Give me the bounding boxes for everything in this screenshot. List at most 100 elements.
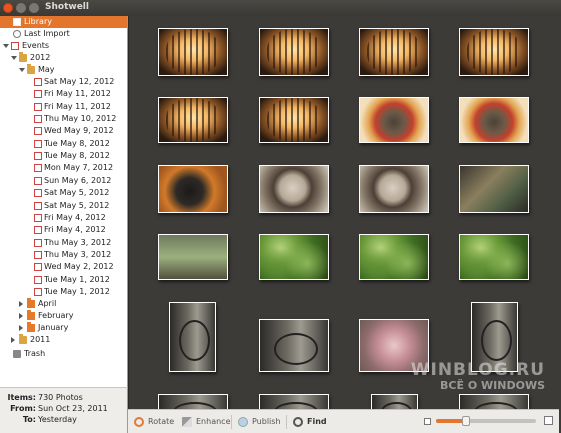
zoom-slider-knob[interactable] xyxy=(462,416,470,426)
sidebar-item-april[interactable]: April xyxy=(0,298,127,310)
photo-thumbnail[interactable] xyxy=(459,165,529,213)
watermark-line1: WINBLOG.RU xyxy=(410,360,545,380)
sidebar-item-last-import[interactable]: Last Import xyxy=(0,28,127,40)
title-bar: Shotwell xyxy=(0,0,561,16)
photo-thumbnail[interactable] xyxy=(359,234,429,280)
publish-label: Publish xyxy=(252,417,281,426)
photo-thumbnail[interactable] xyxy=(359,165,429,213)
sidebar-item-event-day[interactable]: Sat May 12, 2012 xyxy=(0,76,127,88)
photo-thumbnail[interactable] xyxy=(359,28,429,76)
photo-thumbnail[interactable] xyxy=(259,394,329,409)
events-icon xyxy=(34,90,42,99)
sidebar-item-label: April xyxy=(38,299,57,308)
photo-thumbnail[interactable] xyxy=(459,97,529,143)
photo-grid: WINBLOG.RU ВСЁ О WINDOWS xyxy=(128,16,559,409)
enhance-icon xyxy=(182,416,192,427)
info-panel: Items: 730 Photos From: Sun Oct 23, 2011… xyxy=(0,387,128,433)
zoom-slider[interactable] xyxy=(436,416,536,426)
sidebar-item-event-day[interactable]: Fri May 11, 2012 xyxy=(0,101,127,113)
expander-down-icon[interactable] xyxy=(19,68,25,72)
sidebar-item-event-day[interactable]: Fri May 4, 2012 xyxy=(0,212,127,224)
sidebar-item-trash[interactable]: Trash xyxy=(0,348,127,360)
events-icon xyxy=(34,139,42,148)
sidebar-item-january[interactable]: January xyxy=(0,322,127,334)
photo-thumbnail[interactable] xyxy=(259,234,329,280)
photo-thumbnail[interactable] xyxy=(158,394,228,409)
toolbar-separator xyxy=(286,415,287,429)
sidebar-item-label: Tue May 1, 2012 xyxy=(44,286,110,296)
expander-right-icon[interactable] xyxy=(19,301,23,307)
sidebar-item-2011[interactable]: 2011 xyxy=(0,334,127,346)
sidebar-item-events[interactable]: Events xyxy=(0,40,127,52)
sidebar-item-event-day[interactable]: Tue May 8, 2012 xyxy=(0,138,127,150)
sidebar-item-event-day[interactable]: Fri May 11, 2012 xyxy=(0,88,127,100)
expander-right-icon[interactable] xyxy=(19,325,23,331)
events-icon xyxy=(34,189,42,198)
photo-thumbnail[interactable] xyxy=(259,97,329,143)
sidebar-item-label: May xyxy=(38,65,55,74)
library-icon xyxy=(13,18,21,26)
photo-thumbnail[interactable] xyxy=(158,234,228,280)
photo-thumbnail[interactable] xyxy=(259,165,329,213)
photo-thumbnail[interactable] xyxy=(259,319,329,372)
sidebar-item-event-day[interactable]: Thu May 3, 2012 xyxy=(0,249,127,261)
minimize-button[interactable] xyxy=(16,3,26,13)
find-label: Find xyxy=(307,417,327,426)
sidebar-item-label: Fri May 11, 2012 xyxy=(44,101,111,111)
sidebar-item-event-day[interactable]: Mon May 7, 2012 xyxy=(0,162,127,174)
sidebar-item-february[interactable]: February xyxy=(0,310,127,322)
sidebar-item-event-day[interactable]: Sat May 5, 2012 xyxy=(0,200,127,212)
sidebar-item-event-day[interactable]: Fri May 4, 2012 xyxy=(0,224,127,236)
sidebar-item-label: Fri May 4, 2012 xyxy=(44,212,106,222)
photo-thumbnail[interactable] xyxy=(158,28,228,76)
to-value: Yesterday xyxy=(38,415,77,424)
from-value: Sun Oct 23, 2011 xyxy=(38,404,108,413)
expander-down-icon[interactable] xyxy=(11,56,17,60)
photo-thumbnail[interactable] xyxy=(158,97,228,143)
maximize-button[interactable] xyxy=(29,3,39,13)
sidebar-item-event-day[interactable]: Wed May 9, 2012 xyxy=(0,125,127,137)
sidebar-item-event-day[interactable]: Wed May 2, 2012 xyxy=(0,261,127,273)
sidebar-item-event-day[interactable]: Tue May 1, 2012 xyxy=(0,286,127,298)
rotate-button[interactable]: Rotate xyxy=(134,415,174,429)
photo-thumbnail[interactable] xyxy=(459,394,529,409)
photo-thumbnail[interactable] xyxy=(259,28,329,76)
sidebar-item-event-day[interactable]: Sun May 6, 2012 xyxy=(0,175,127,187)
events-icon xyxy=(34,152,42,161)
photo-thumbnail[interactable] xyxy=(459,28,529,76)
enhance-button[interactable]: Enhance xyxy=(182,415,231,429)
events-icon xyxy=(34,102,42,111)
sidebar-item-event-day[interactable]: Tue May 1, 2012 xyxy=(0,274,127,286)
window-title: Shotwell xyxy=(45,2,89,12)
zoom-out-icon[interactable] xyxy=(424,418,431,425)
find-button[interactable]: Find xyxy=(293,415,327,429)
photo-thumbnail[interactable] xyxy=(169,302,216,372)
expander-right-icon[interactable] xyxy=(11,337,15,343)
vertical-scrollbar[interactable] xyxy=(557,16,561,409)
photo-thumbnail[interactable] xyxy=(459,234,529,280)
sidebar-item-label: Mon May 7, 2012 xyxy=(44,163,114,173)
items-value: 730 Photos xyxy=(38,393,83,402)
sidebar-item-label: January xyxy=(38,323,69,332)
sidebar-item-label: Fri May 4, 2012 xyxy=(44,225,106,235)
sidebar-item-may[interactable]: May xyxy=(0,64,127,76)
photo-thumbnail[interactable] xyxy=(158,165,228,213)
sidebar-item-event-day[interactable]: Tue May 8, 2012 xyxy=(0,150,127,162)
events-icon xyxy=(34,115,42,124)
close-button[interactable] xyxy=(3,3,13,13)
events-icon xyxy=(34,127,42,136)
photo-thumbnail[interactable] xyxy=(371,394,418,409)
expander-down-icon[interactable] xyxy=(3,44,9,48)
sidebar-item-2012[interactable]: 2012 xyxy=(0,52,127,64)
expander-right-icon[interactable] xyxy=(19,313,23,319)
sidebar-item-label: Wed May 9, 2012 xyxy=(44,126,114,136)
zoom-in-icon[interactable] xyxy=(544,416,553,425)
sidebar-item-event-day[interactable]: Thu May 10, 2012 xyxy=(0,113,127,125)
trash-icon xyxy=(13,350,21,358)
sidebar-item-event-day[interactable]: Sat May 5, 2012 xyxy=(0,187,127,199)
sidebar-item-library[interactable]: Library xyxy=(0,16,127,28)
photo-thumbnail[interactable] xyxy=(359,97,429,143)
sidebar-item-event-day[interactable]: Thu May 3, 2012 xyxy=(0,237,127,249)
publish-button[interactable]: Publish xyxy=(238,415,281,429)
sidebar-item-label: Fri May 11, 2012 xyxy=(44,89,111,99)
